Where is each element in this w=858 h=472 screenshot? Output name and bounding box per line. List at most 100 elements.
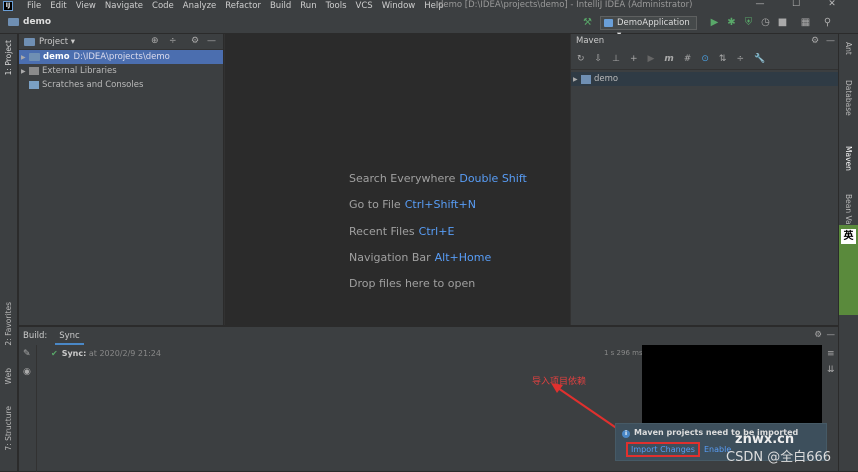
menu-edit[interactable]: Edit (50, 1, 66, 11)
tab-ant[interactable]: Ant (844, 42, 853, 55)
generate-sources-icon[interactable]: ⇩ (595, 54, 603, 64)
download-icon[interactable]: ⊥ (612, 54, 620, 64)
window-title: demo [D:\IDEA\projects\demo] - IntelliJ … (438, 0, 693, 10)
menu-file[interactable]: File (27, 1, 41, 11)
expand-icon[interactable]: ▶ (573, 76, 581, 83)
sync-status-row[interactable]: ✔ Sync: at 2020/2/9 21:24 (51, 349, 161, 358)
scroll-to-end-icon[interactable]: ⇊ (827, 365, 835, 375)
stop-icon[interactable]: ■ (777, 17, 788, 28)
tree-item-scratches[interactable]: Scratches and Consoles (19, 78, 223, 92)
menu-build[interactable]: Build (270, 1, 291, 11)
csdn-watermark: CSDN @全白666 (726, 450, 832, 465)
hint-search-everywhere: Search Everywhere Double Shift (349, 172, 527, 185)
soft-wrap-icon[interactable]: ≡ (827, 349, 835, 359)
run-icon[interactable]: ▶ (709, 17, 720, 28)
maximize-button[interactable]: ☐ (778, 0, 814, 9)
hint-shortcut: Ctrl+E (418, 225, 455, 238)
project-view-select[interactable]: Project ▾ (39, 37, 75, 47)
maven-goal-icon[interactable]: m (664, 54, 673, 64)
menu-analyze[interactable]: Analyze (183, 1, 217, 11)
hide-icon[interactable]: — (207, 36, 216, 46)
eye-icon[interactable]: ◉ (23, 367, 31, 377)
module-folder-icon (29, 53, 40, 61)
debug-icon[interactable]: ✱ (726, 17, 737, 28)
menu-refactor[interactable]: Refactor (225, 1, 261, 11)
title-bar: IJ File Edit View Navigate Code Analyze … (0, 0, 858, 12)
menu-window[interactable]: Window (382, 1, 416, 11)
project-structure-icon[interactable]: ▦ (800, 17, 811, 28)
coverage-icon[interactable]: ⛨ (743, 17, 754, 28)
expand-icon[interactable]: ▶ (21, 54, 29, 61)
skip-tests-icon[interactable]: ⊙ (701, 54, 709, 64)
menu-navigate[interactable]: Navigate (105, 1, 143, 11)
add-icon[interactable]: + (630, 54, 638, 64)
check-icon: ✔ (51, 349, 58, 358)
tab-project[interactable]: 1: Project (4, 40, 13, 75)
menu-view[interactable]: View (76, 1, 96, 11)
tab-maven[interactable]: Maven (844, 146, 853, 171)
gear-icon[interactable]: ⚙ (814, 330, 822, 340)
menu-run[interactable]: Run (300, 1, 316, 11)
menu-bar: File Edit View Navigate Code Analyze Ref… (27, 1, 453, 11)
reimport-icon[interactable]: ↻ (577, 54, 585, 64)
run-config-icon (604, 19, 613, 27)
folder-icon (8, 18, 19, 26)
maven-title: Maven (576, 36, 605, 46)
tab-structure[interactable]: 7: Structure (4, 406, 13, 451)
tree-item-label: External Libraries (42, 66, 117, 76)
gear-icon[interactable]: ⚙ (811, 36, 819, 46)
site-watermark: znwx.cn (735, 432, 795, 447)
minimize-button[interactable]: — (742, 0, 778, 9)
run-icon[interactable]: ▶ (647, 54, 654, 64)
hint-navigation-bar: Navigation Bar Alt+Home (349, 251, 491, 264)
settings-wrench-icon[interactable]: 🔧 (754, 54, 765, 64)
tree-item-demo[interactable]: ▶ demo D:\IDEA\projects\demo (19, 50, 223, 64)
sticker-text: 英 (841, 229, 856, 244)
scratches-icon (29, 81, 39, 89)
expand-icon[interactable]: ▶ (21, 68, 29, 75)
hammer-icon[interactable]: ⚒ (582, 17, 593, 28)
hint-label: Recent Files (349, 225, 415, 238)
sync-duration: 1 s 296 ms (604, 349, 643, 357)
tab-bean-validation[interactable]: Bean Va (844, 194, 853, 225)
hide-icon[interactable]: — (827, 330, 836, 340)
breadcrumb[interactable]: demo (8, 17, 51, 27)
close-button[interactable]: ✕ (814, 0, 850, 9)
sync-label: Sync: (61, 349, 87, 358)
menu-tools[interactable]: Tools (326, 1, 347, 11)
collapse-all-icon[interactable]: ÷ (169, 36, 177, 46)
intellij-logo-icon: IJ (3, 1, 13, 11)
menu-vcs[interactable]: VCS (356, 1, 373, 11)
maven-project-demo[interactable]: ▶ demo (571, 72, 838, 86)
tab-sync[interactable]: Sync (55, 327, 84, 345)
tab-database[interactable]: Database (844, 80, 853, 116)
show-dependencies-icon[interactable]: ⇅ (719, 54, 727, 64)
maven-module-icon (581, 74, 591, 84)
tab-favorites[interactable]: 2: Favorites (4, 302, 13, 346)
hint-label: Search Everywhere (349, 172, 456, 185)
locate-icon[interactable]: ⊕ (151, 36, 159, 46)
breadcrumb-project[interactable]: demo (23, 17, 51, 27)
toggle-offline-icon[interactable]: # (684, 54, 692, 64)
profile-icon[interactable]: ◷ (760, 17, 771, 28)
info-icon: i (622, 430, 630, 438)
editor-area: Search Everywhere Double Shift Go to File… (224, 34, 571, 325)
hint-go-to-file: Go to File Ctrl+Shift+N (349, 198, 476, 211)
build-label: Build: (23, 331, 48, 341)
gear-icon[interactable]: ⚙ (191, 36, 199, 46)
import-changes-link[interactable]: Import Changes (626, 442, 700, 457)
maven-panel-header: Maven ⚙ — (571, 34, 838, 48)
sticker-image: 英 (839, 225, 858, 315)
hint-label: Drop files here to open (349, 277, 476, 290)
hint-label: Go to File (349, 198, 401, 211)
tree-item-label: demo (43, 52, 70, 62)
tree-item-external-libraries[interactable]: ▶ External Libraries (19, 64, 223, 78)
hide-icon[interactable]: — (826, 36, 835, 46)
search-icon[interactable]: ⚲ (822, 17, 833, 28)
pin-icon[interactable]: ✎ (23, 349, 31, 359)
run-configuration-select[interactable]: DemoApplication ▾ (600, 16, 697, 40)
collapse-all-icon[interactable]: ÷ (736, 54, 744, 64)
project-view-icon (24, 37, 35, 46)
menu-code[interactable]: Code (152, 1, 174, 11)
tab-web[interactable]: Web (4, 368, 13, 384)
